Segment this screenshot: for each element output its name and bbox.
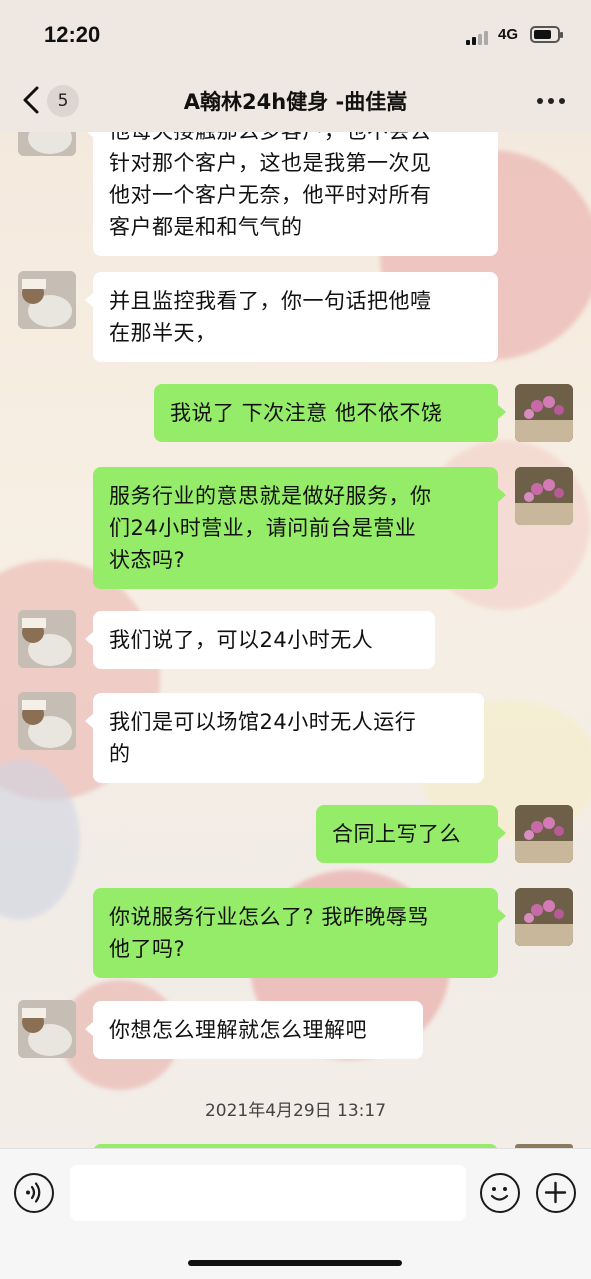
message-bubble-incoming[interactable]: 我们是可以场馆24小时无人运行 的: [85, 693, 484, 783]
message-line: 我们说了，可以24小时无人: [109, 628, 374, 652]
message-bubble-incoming[interactable]: 并且监控我看了，你一句话把他噎 在那半天，: [85, 272, 498, 362]
message-line: 们24小时营业，请问前台是营业: [109, 516, 417, 540]
self-avatar[interactable]: [515, 467, 573, 525]
self-avatar[interactable]: [515, 888, 573, 946]
message-line: 状态吗?: [109, 548, 186, 572]
message-line: 他了吗?: [109, 937, 186, 961]
self-avatar[interactable]: [515, 384, 573, 442]
network-type: 4G: [498, 26, 519, 43]
voice-icon[interactable]: [14, 1173, 54, 1213]
message-line: 合同上写了么: [332, 822, 461, 846]
self-avatar[interactable]: [515, 805, 573, 863]
message-line: 他每天接触那么多客户，也不会去: [109, 132, 482, 147]
battery-icon: [530, 26, 563, 43]
message-bubble-outgoing[interactable]: 合同上写了么: [316, 805, 506, 863]
message-bubble-incoming[interactable]: 我们说了，可以24小时无人: [85, 611, 435, 669]
message-line: 在那半天，: [109, 321, 217, 345]
message-bubble-outgoing[interactable]: 服务行业的意思就是做好服务，你 们24小时营业，请问前台是营业 状态吗?: [93, 467, 506, 589]
message-line: 服务行业的意思就是做好服务，你: [109, 484, 432, 508]
message-line: 你想怎么理解就怎么理解吧: [109, 1018, 367, 1042]
unread-count-badge[interactable]: 5: [47, 85, 79, 117]
signal-strength-icon: [466, 29, 492, 45]
message-input[interactable]: [70, 1165, 466, 1221]
contact-avatar[interactable]: [18, 692, 76, 750]
message-bubble-incoming[interactable]: 他每天接触那么多客户，也不会去 针对那个客户，这也是我第一次见 他对一个客户无奈…: [85, 132, 498, 256]
chat-header: 5 A翰林24h健身 -曲佳嵩: [0, 70, 591, 132]
contact-avatar[interactable]: [18, 1000, 76, 1058]
message-bubble-outgoing[interactable]: 你说服务行业怎么了? 我昨晚辱骂 他了吗?: [93, 888, 506, 978]
message-line: 并且监控我看了，你一句话把他噎: [109, 289, 432, 313]
plus-icon[interactable]: [536, 1173, 576, 1213]
status-bar: 12:20 4G: [0, 0, 591, 70]
emoji-icon[interactable]: [480, 1173, 520, 1213]
message-line: 针对那个客户，这也是我第一次见: [109, 151, 432, 175]
message-timestamp: 2021年4月29日 13:17: [204, 1101, 387, 1121]
message-line: 的: [109, 742, 131, 766]
message-bubble-outgoing[interactable]: 我说了 下次注意 他不依不饶: [154, 384, 506, 442]
message-line: 你说服务行业怎么了? 我昨晚辱骂: [109, 905, 429, 929]
message-bubble-incoming[interactable]: 你想怎么理解就怎么理解吧: [85, 1001, 423, 1059]
message-list[interactable]: 他每天接触那么多客户，也不会去 针对那个客户，这也是我第一次见 他对一个客户无奈…: [0, 132, 591, 1148]
contact-avatar[interactable]: [18, 610, 76, 668]
message-line: 他对一个客户无奈，他平时对所有: [109, 183, 432, 207]
contact-avatar[interactable]: [18, 132, 76, 156]
message-line: 我说了 下次注意 他不依不饶: [170, 401, 443, 425]
back-chevron-icon[interactable]: [20, 84, 44, 116]
more-dots-icon[interactable]: [537, 98, 565, 104]
chat-title: A翰林24h健身 -曲佳嵩: [183, 90, 408, 114]
status-time: 12:20: [44, 22, 101, 47]
contact-avatar[interactable]: [18, 271, 76, 329]
message-line: 我们是可以场馆24小时无人运行: [109, 710, 417, 734]
message-line: 客户都是和和气气的: [109, 215, 303, 239]
home-indicator[interactable]: [188, 1260, 402, 1266]
